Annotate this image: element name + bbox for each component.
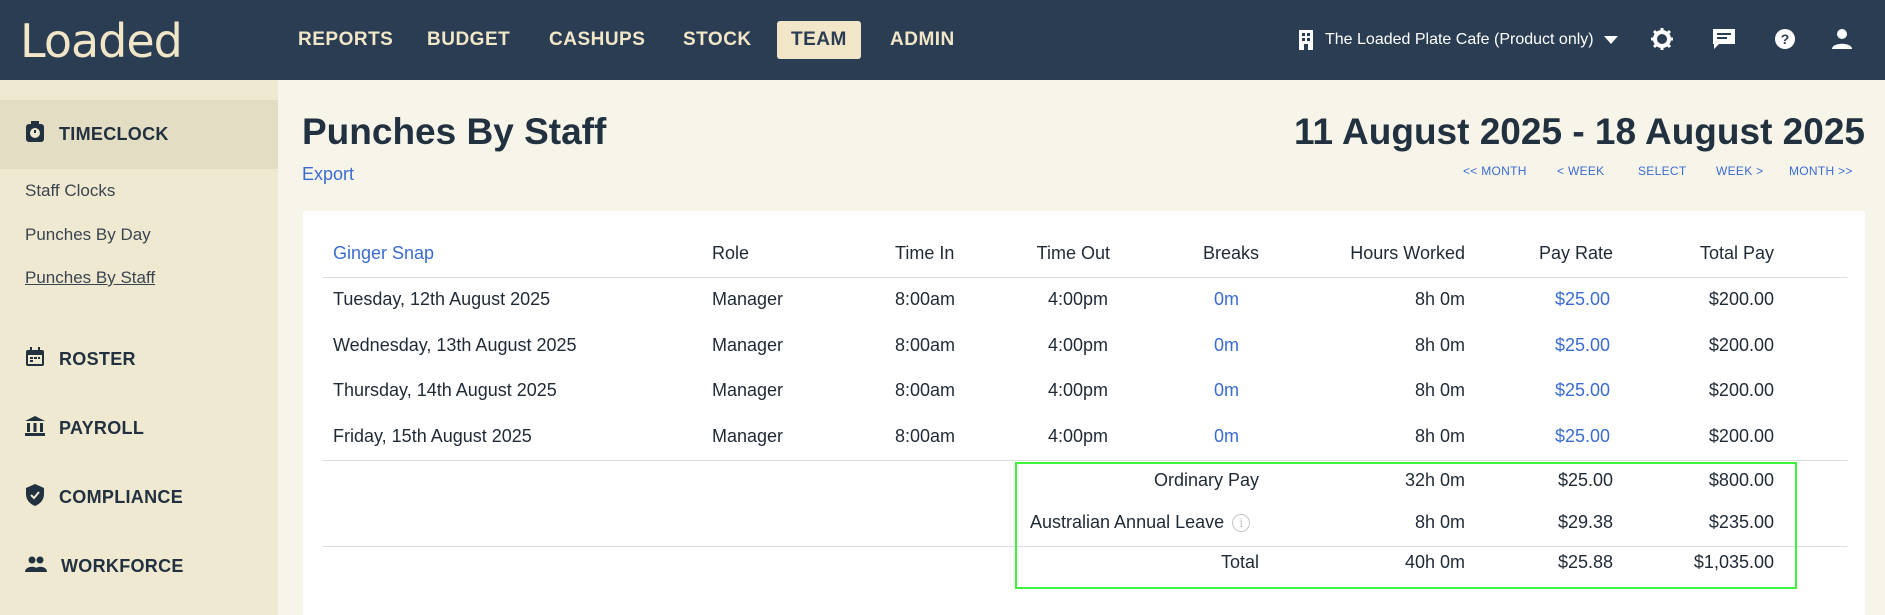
row-date: Friday, 15th August 2025 [333, 426, 532, 446]
select-date-button[interactable]: SELECT [1638, 164, 1686, 178]
prev-month-button[interactable]: << MONTH [1463, 164, 1527, 178]
sidebar-section-roster[interactable]: ROSTER [0, 334, 278, 384]
row-role: Manager [712, 335, 784, 355]
nav-budget[interactable]: BUDGET [413, 21, 524, 59]
calendar-icon [25, 346, 45, 372]
sidebar-section-label: WORKFORCE [61, 555, 184, 576]
next-month-button[interactable]: MONTH >> [1789, 164, 1853, 178]
app-logo[interactable]: Loaded [20, 14, 183, 68]
chevron-down-icon [1603, 35, 1618, 45]
row-pay-rate-link[interactable]: $25.00 [1555, 289, 1610, 310]
row-time-in: 8:00am [895, 380, 956, 400]
row-breaks-link[interactable]: 0m [1214, 289, 1239, 310]
sidebar-link-punches-by-staff[interactable]: Punches By Staff [25, 268, 155, 288]
column-header-role: Role [712, 243, 750, 263]
row-breaks-link[interactable]: 0m [1214, 380, 1239, 401]
row-breaks-link[interactable]: 0m [1214, 426, 1239, 447]
row-role: Manager [712, 289, 784, 309]
export-link[interactable]: Export [302, 164, 354, 185]
sidebar-section-label: PAYROLL [59, 417, 145, 438]
column-header-breaks: Breaks [1202, 243, 1259, 263]
row-date: Wednesday, 13th August 2025 [333, 335, 577, 355]
nav-admin[interactable]: ADMIN [876, 21, 969, 59]
chat-icon[interactable] [1711, 26, 1737, 52]
rows-divider [323, 460, 1847, 461]
gear-icon[interactable] [1649, 26, 1675, 52]
sidebar-section-payroll[interactable]: PAYROLL [0, 403, 278, 453]
staff-name-link[interactable]: Ginger Snap [333, 243, 434, 264]
row-pay-rate-link[interactable]: $25.00 [1555, 335, 1610, 356]
help-icon[interactable]: ? [1772, 26, 1798, 52]
row-date: Tuesday, 12th August 2025 [333, 289, 551, 309]
column-header-time-in: Time In [895, 243, 955, 263]
next-week-button[interactable]: WEEK > [1716, 164, 1763, 178]
column-header-total-pay: Total Pay [1699, 243, 1774, 263]
top-navigation-bar: Loaded REPORTS BUDGET CASHUPS STOCK TEAM… [0, 0, 1885, 80]
page-title: Punches By Staff [302, 111, 607, 152]
nav-cashups[interactable]: CASHUPS [535, 21, 659, 59]
row-breaks-link[interactable]: 0m [1214, 335, 1239, 356]
shield-icon [25, 483, 45, 511]
column-header-pay-rate: Pay Rate [1538, 243, 1613, 263]
row-date: Thursday, 14th August 2025 [333, 380, 557, 400]
row-time-in: 8:00am [895, 426, 956, 446]
row-hours-worked: 8h 0m [1414, 380, 1465, 400]
row-time-out: 4:00pm [1048, 289, 1109, 309]
sidebar-section-timeclock[interactable]: TIMECLOCK [0, 100, 278, 169]
timeclock-icon [25, 121, 45, 148]
row-hours-worked: 8h 0m [1414, 289, 1465, 309]
building-icon [1297, 30, 1315, 50]
sidebar-section-label: ROSTER [59, 348, 136, 369]
row-time-out: 4:00pm [1048, 426, 1109, 446]
row-pay-rate-link[interactable]: $25.00 [1555, 426, 1610, 447]
row-total-pay: $200.00 [1708, 289, 1774, 309]
column-header-time-out: Time Out [1036, 243, 1110, 263]
row-hours-worked: 8h 0m [1414, 426, 1465, 446]
svg-text:?: ? [1781, 31, 1790, 47]
sidebar-link-punches-by-day[interactable]: Punches By Day [25, 225, 151, 245]
row-pay-rate-link[interactable]: $25.00 [1555, 380, 1610, 401]
row-time-in: 8:00am [895, 335, 956, 355]
header-divider [323, 277, 1847, 278]
sidebar-section-label: COMPLIANCE [59, 486, 183, 507]
bank-icon [25, 415, 45, 441]
row-total-pay: $200.00 [1708, 380, 1774, 400]
row-hours-worked: 8h 0m [1414, 335, 1465, 355]
venue-selector[interactable]: The Loaded Plate Cafe (Product only) [1297, 27, 1618, 53]
user-icon[interactable] [1829, 26, 1855, 52]
prev-week-button[interactable]: < WEEK [1557, 164, 1604, 178]
row-role: Manager [712, 380, 784, 400]
sidebar-section-workforce[interactable]: WORKFORCE [0, 541, 278, 591]
nav-reports[interactable]: REPORTS [284, 21, 407, 59]
column-header-hours-worked: Hours Worked [1350, 243, 1465, 263]
sidebar-section-label: TIMECLOCK [59, 124, 169, 144]
row-time-out: 4:00pm [1048, 380, 1109, 400]
nav-stock[interactable]: STOCK [669, 21, 766, 59]
row-time-out: 4:00pm [1048, 335, 1109, 355]
row-total-pay: $200.00 [1708, 426, 1774, 446]
row-total-pay: $200.00 [1708, 335, 1774, 355]
venue-name: The Loaded Plate Cafe (Product only) [1325, 31, 1594, 48]
summary-highlight-box [1015, 462, 1797, 589]
sidebar-section-compliance[interactable]: COMPLIANCE [0, 472, 278, 522]
nav-team[interactable]: TEAM [777, 21, 861, 59]
row-time-in: 8:00am [895, 289, 956, 309]
row-role: Manager [712, 426, 784, 446]
people-icon [25, 556, 47, 577]
sidebar-link-staff-clocks[interactable]: Staff Clocks [25, 181, 115, 201]
date-range: 11 August 2025 - 18 August 2025 [1294, 111, 1865, 152]
